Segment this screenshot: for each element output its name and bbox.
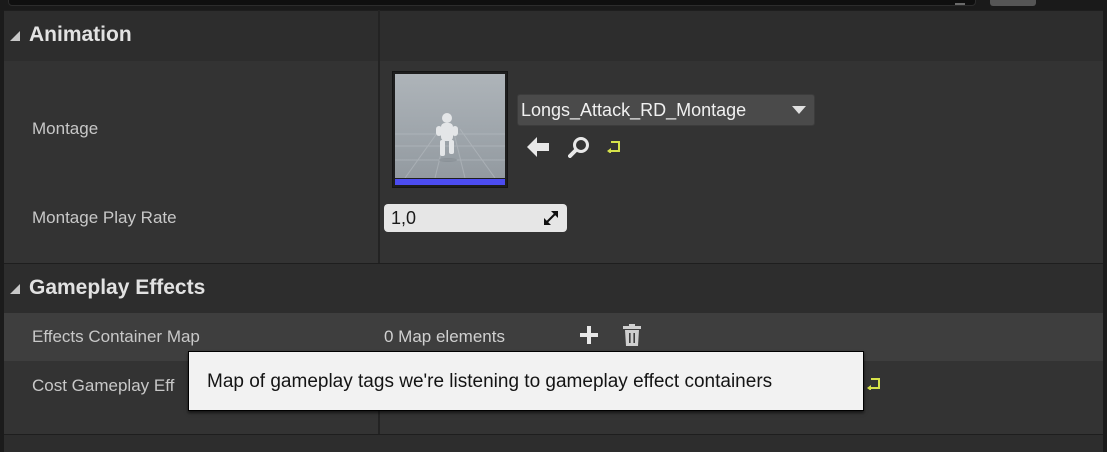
tooltip: Map of gameplay tags we're listening to …: [188, 351, 864, 411]
trash-icon[interactable]: [623, 324, 641, 346]
search-icon: [955, 0, 965, 5]
reset-to-default-icon[interactable]: [607, 141, 621, 153]
montage-asset-dropdown[interactable]: Longs_Attack_RD_Montage: [517, 94, 815, 126]
reset-to-default-icon[interactable]: [867, 378, 881, 390]
montage-label: Montage: [32, 119, 99, 138]
asset-type-color-bar: [395, 179, 505, 185]
montage-play-rate-label: Montage Play Rate: [32, 208, 177, 227]
view-options-button[interactable]: [990, 0, 1036, 6]
browse-asset-icon[interactable]: [568, 136, 590, 158]
category-header-gameplay-effects[interactable]: Gameplay Effects: [4, 263, 1103, 314]
cost-gameplay-effect-label: Cost Gameplay Eff: [32, 376, 175, 395]
category-header-animation[interactable]: Animation: [4, 10, 1103, 61]
tooltip-text: Map of gameplay tags we're listening to …: [207, 371, 773, 392]
search-input[interactable]: [8, 0, 976, 6]
collapse-arrow-icon: [10, 31, 20, 41]
category-title: Gameplay Effects: [29, 276, 206, 299]
effects-container-map-label: Effects Container Map: [32, 327, 200, 346]
category-header-next[interactable]: [4, 434, 1103, 452]
collapse-arrow-icon: [10, 284, 20, 294]
map-elements-count: 0 Map elements: [384, 327, 505, 346]
montage-play-rate-value: 1,0: [391, 208, 417, 228]
top-toolbar-strip: [0, 0, 1107, 10]
montage-play-rate-input[interactable]: 1,0: [384, 204, 567, 232]
montage-asset-name: Longs_Attack_RD_Montage: [521, 100, 747, 120]
category-title: Animation: [29, 23, 132, 46]
montage-asset-thumbnail[interactable]: [392, 71, 508, 188]
use-selected-asset-icon[interactable]: [527, 137, 549, 157]
drag-resize-icon[interactable]: [544, 211, 558, 225]
animation-montage-thumbnail: [395, 74, 505, 178]
add-element-icon[interactable]: [580, 326, 598, 344]
chevron-down-icon: [792, 106, 806, 114]
